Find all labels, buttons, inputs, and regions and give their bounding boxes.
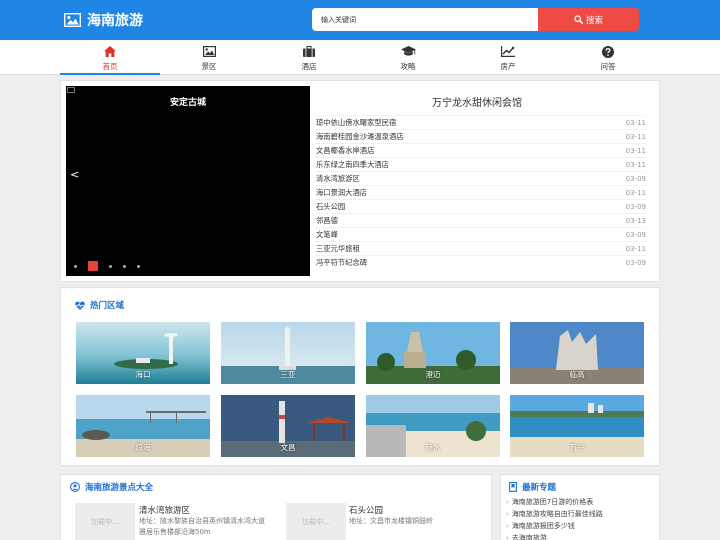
area-card-wanning[interactable]: 万宁 xyxy=(510,395,644,457)
nav-label: 问答 xyxy=(600,62,616,71)
spot-address: 地址：文昌市龙楼镇铜鼓岭 xyxy=(349,517,433,525)
slider-dot[interactable] xyxy=(109,264,112,268)
nav-label: 景区 xyxy=(201,62,217,71)
search-button-label: 搜索 xyxy=(585,15,603,26)
topics-heading: 最新专题 xyxy=(509,481,556,493)
area-card-lingshui[interactable]: 陵水 xyxy=(366,395,500,457)
area-card-qionghai[interactable]: 琼海 xyxy=(76,395,210,457)
search-button[interactable]: 搜索 xyxy=(538,8,639,31)
nav-label: 酒店 xyxy=(301,62,317,71)
graduation-cap-icon xyxy=(400,46,416,56)
area-card-lingao[interactable]: 临高 xyxy=(510,322,644,384)
list-item[interactable]: 邻昌德 03-13 xyxy=(316,213,646,227)
image-slider[interactable]: 安定古城 < xyxy=(66,86,310,276)
slider-caption: 安定古城 xyxy=(169,98,206,108)
nav-item-guide[interactable]: 攻略 xyxy=(358,40,458,75)
list-item[interactable]: 三亚元华旅租 03-11 xyxy=(316,241,646,255)
top-header: 海南旅游 搜索 xyxy=(0,0,720,40)
slider-dot[interactable] xyxy=(137,264,140,268)
broken-image-icon xyxy=(67,87,75,93)
search-input[interactable] xyxy=(312,8,538,31)
spot-address: 地址：陵水黎族自治县英州镇清水湾大道雅居乐售楼部沿海50m xyxy=(139,517,265,536)
image-icon xyxy=(64,13,81,27)
site-title: 海南旅游 xyxy=(87,13,143,29)
spot-thumbnail[interactable]: 加载中... xyxy=(75,503,135,540)
list-item[interactable]: 去海南旅游 xyxy=(506,532,656,540)
site-logo[interactable]: 海南旅游 xyxy=(64,10,143,30)
bookmark-icon xyxy=(509,482,517,492)
list-item[interactable]: 清水湾旅游区 03-09 xyxy=(316,171,646,185)
heartbeat-icon xyxy=(75,300,85,310)
home-icon xyxy=(104,46,116,57)
list-item[interactable]: 海口景润大酒店 03-11 xyxy=(316,185,646,199)
nav-item-scenic[interactable]: 景区 xyxy=(159,40,259,75)
area-card-wenchang[interactable]: 文昌 xyxy=(221,395,355,457)
area-card-chengmai[interactable]: 澄迈 xyxy=(366,322,500,384)
search-icon xyxy=(574,15,583,24)
nav-label: 首页 xyxy=(102,62,118,71)
main-nav: 首页 景区 酒店 攻略 房产 问答 xyxy=(0,40,720,75)
list-item[interactable]: 乐东绿之南四季大酒店 03-11 xyxy=(316,157,646,171)
nav-item-home[interactable]: 首页 xyxy=(60,40,160,75)
list-item[interactable]: 海南旅游攻略自由行最佳线路 xyxy=(506,508,656,520)
suitcase-icon xyxy=(303,46,315,57)
list-item[interactable]: 海南碧桂园金沙滩温泉酒店 03-11 xyxy=(316,129,646,143)
list-item[interactable]: 文昌椰香水岸酒店 03-11 xyxy=(316,143,646,157)
nav-item-property[interactable]: 房产 xyxy=(458,40,558,75)
image-icon xyxy=(202,46,216,57)
list-item[interactable]: 海南旅游报团多少钱 xyxy=(506,520,656,532)
nav-label: 房产 xyxy=(500,62,516,71)
list-item[interactable]: 海南旅游团7日游的价格表 xyxy=(506,496,656,508)
spot-name[interactable]: 石头公园 xyxy=(349,504,383,516)
search-bar: 搜索 xyxy=(312,8,639,31)
user-circle-icon xyxy=(70,482,80,492)
slider-dots xyxy=(74,261,151,271)
nav-label: 攻略 xyxy=(400,62,416,71)
spots-heading: 海南旅游景点大全 xyxy=(70,481,153,493)
question-circle-icon xyxy=(602,45,614,58)
slider-prev-button[interactable]: < xyxy=(70,168,79,181)
nav-item-hotel[interactable]: 酒店 xyxy=(259,40,359,75)
list-item[interactable]: 石头公园 03-09 xyxy=(316,199,646,213)
list-item[interactable]: 文笔峰 03-09 xyxy=(316,227,646,241)
hot-areas-heading: 热门区域 xyxy=(75,299,124,311)
news-list: 琼中依山傍水曙家型民宿 03-11 海南碧桂园金沙滩温泉酒店 03-11 文昌椰香水… xyxy=(316,115,646,269)
spot-thumbnail[interactable]: 加载中... xyxy=(286,503,346,540)
area-card-haikou[interactable]: 海口 xyxy=(76,322,210,384)
line-chart-icon xyxy=(501,46,515,57)
spot-name[interactable]: 清水湾旅游区 xyxy=(139,504,190,516)
topic-list: 海南旅游团7日游的价格表 海南旅游攻略自由行最佳线路 海南旅游报团多少钱 去海南… xyxy=(506,496,656,540)
featured-news-title[interactable]: 万宁龙水甜休闲会馆 xyxy=(432,94,522,109)
nav-item-qa[interactable]: 问答 xyxy=(558,40,658,75)
list-item[interactable]: 琼中依山傍水曙家型民宿 03-11 xyxy=(316,115,646,129)
slider-dot-active[interactable] xyxy=(88,261,98,271)
area-card-sanya[interactable]: 三亚 xyxy=(221,322,355,384)
list-item[interactable]: 冯平符节纪念碑 03-09 xyxy=(316,255,646,269)
slider-dot[interactable] xyxy=(123,264,126,268)
slider-dot[interactable] xyxy=(74,264,77,268)
